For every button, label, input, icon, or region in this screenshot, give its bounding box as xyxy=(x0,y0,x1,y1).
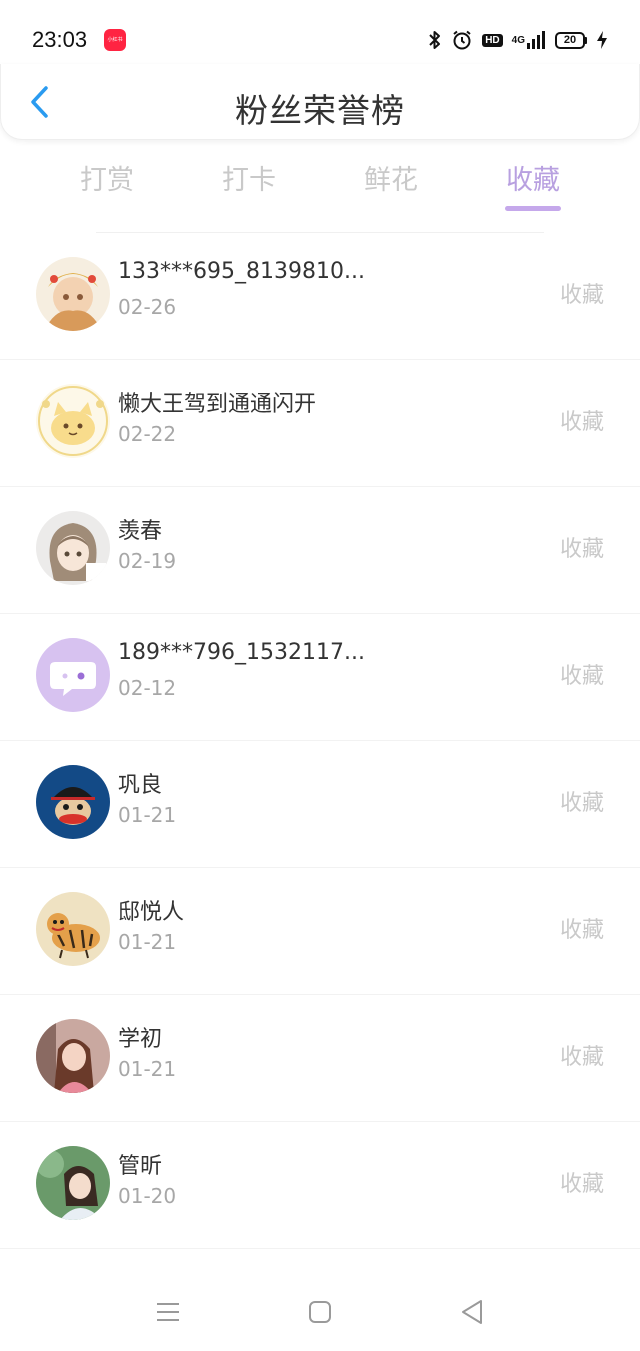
action-type-label: 收藏 xyxy=(559,537,604,562)
triangle-back-icon xyxy=(460,1299,484,1329)
avatar[interactable] xyxy=(36,638,110,712)
tab-active-indicator xyxy=(505,206,561,211)
bluetooth-icon xyxy=(428,30,442,50)
user-name: 懒大王驾到通通闪开 xyxy=(118,392,317,417)
tab-checkin[interactable]: 打卡 xyxy=(194,158,304,197)
tab-label: 收藏 xyxy=(506,165,560,196)
list-item[interactable]: 巩良 01-21 收藏 xyxy=(0,741,640,868)
tab-bar: 打赏 打卡 鲜花 收藏 xyxy=(0,158,640,218)
alarm-icon xyxy=(451,29,473,51)
tab-label: 打卡 xyxy=(222,165,276,196)
action-type-label: 收藏 xyxy=(559,410,604,435)
user-name: 管昕 xyxy=(118,1154,163,1179)
page-title: 粉丝荣誉榜 xyxy=(235,91,405,130)
avatar[interactable] xyxy=(36,1019,110,1093)
user-name: 羡春 xyxy=(118,519,163,544)
avatar[interactable] xyxy=(36,1146,110,1220)
user-name: 133***695_8139810... xyxy=(118,259,365,284)
action-type-label: 收藏 xyxy=(559,664,604,689)
app-notification-icon: 小红书 xyxy=(104,29,126,51)
list-item[interactable]: 133***695_8139810... 02-26 收藏 xyxy=(0,233,640,360)
action-type-label: 收藏 xyxy=(559,918,604,943)
avatar[interactable] xyxy=(36,257,110,331)
user-name: 巩良 xyxy=(118,773,163,798)
tab-reward[interactable]: 打赏 xyxy=(52,158,162,197)
back-nav-button[interactable] xyxy=(452,1294,492,1334)
avatar[interactable] xyxy=(36,384,110,458)
status-time: 23:03 xyxy=(32,27,88,52)
list-item[interactable]: 189***796_1532117... 02-12 收藏 xyxy=(0,614,640,741)
charging-icon xyxy=(596,30,608,50)
user-date: 02-12 xyxy=(118,676,177,700)
list-item[interactable]: 懒大王驾到通通闪开 02-22 收藏 xyxy=(0,360,640,487)
user-name: 邸悦人 xyxy=(118,900,185,925)
user-date: 01-21 xyxy=(118,930,177,954)
list-item[interactable]: 管昕 01-20 收藏 xyxy=(0,1122,640,1249)
action-type-label: 收藏 xyxy=(559,283,604,308)
user-date: 01-21 xyxy=(118,803,177,827)
network-type: 4G xyxy=(511,34,525,46)
user-date: 02-19 xyxy=(118,549,177,573)
menu-button[interactable] xyxy=(148,1294,188,1334)
avatar[interactable] xyxy=(36,765,110,839)
list-item[interactable]: 学初 01-21 收藏 xyxy=(0,995,640,1122)
list-item[interactable]: 邸悦人 01-21 收藏 xyxy=(0,868,640,995)
header-bar: 粉丝荣誉榜 xyxy=(0,64,640,140)
avatar[interactable] xyxy=(36,892,110,966)
signal-icon: 4G xyxy=(512,30,546,50)
hd-icon: HD xyxy=(482,33,503,47)
battery-level: 20 xyxy=(555,31,585,49)
tab-flower[interactable]: 鲜花 xyxy=(336,158,446,197)
home-square-icon xyxy=(308,1300,332,1328)
fan-list: 133***695_8139810... 02-26 收藏 懒大王驾到通通闪开 … xyxy=(0,232,640,1249)
user-name: 189***796_1532117... xyxy=(118,640,365,665)
user-date: 02-26 xyxy=(118,295,177,319)
avatar[interactable] xyxy=(36,511,110,585)
user-name: 学初 xyxy=(118,1027,163,1052)
tab-label: 打赏 xyxy=(80,165,134,196)
home-button[interactable] xyxy=(300,1294,340,1334)
status-icons: HD 4G 20 xyxy=(428,28,608,52)
action-type-label: 收藏 xyxy=(559,1172,604,1197)
system-nav-bar xyxy=(0,1270,640,1351)
tab-label: 鲜花 xyxy=(364,165,418,196)
battery-icon: 20 xyxy=(555,31,587,49)
action-type-label: 收藏 xyxy=(559,1045,604,1070)
action-type-label: 收藏 xyxy=(559,791,604,816)
tab-favorite[interactable]: 收藏 xyxy=(478,158,588,211)
user-date: 01-20 xyxy=(118,1184,177,1208)
user-date: 02-22 xyxy=(118,422,177,446)
menu-icon xyxy=(155,1302,181,1326)
user-date: 01-21 xyxy=(118,1057,177,1081)
list-item[interactable]: 羡春 02-19 收藏 xyxy=(0,487,640,614)
